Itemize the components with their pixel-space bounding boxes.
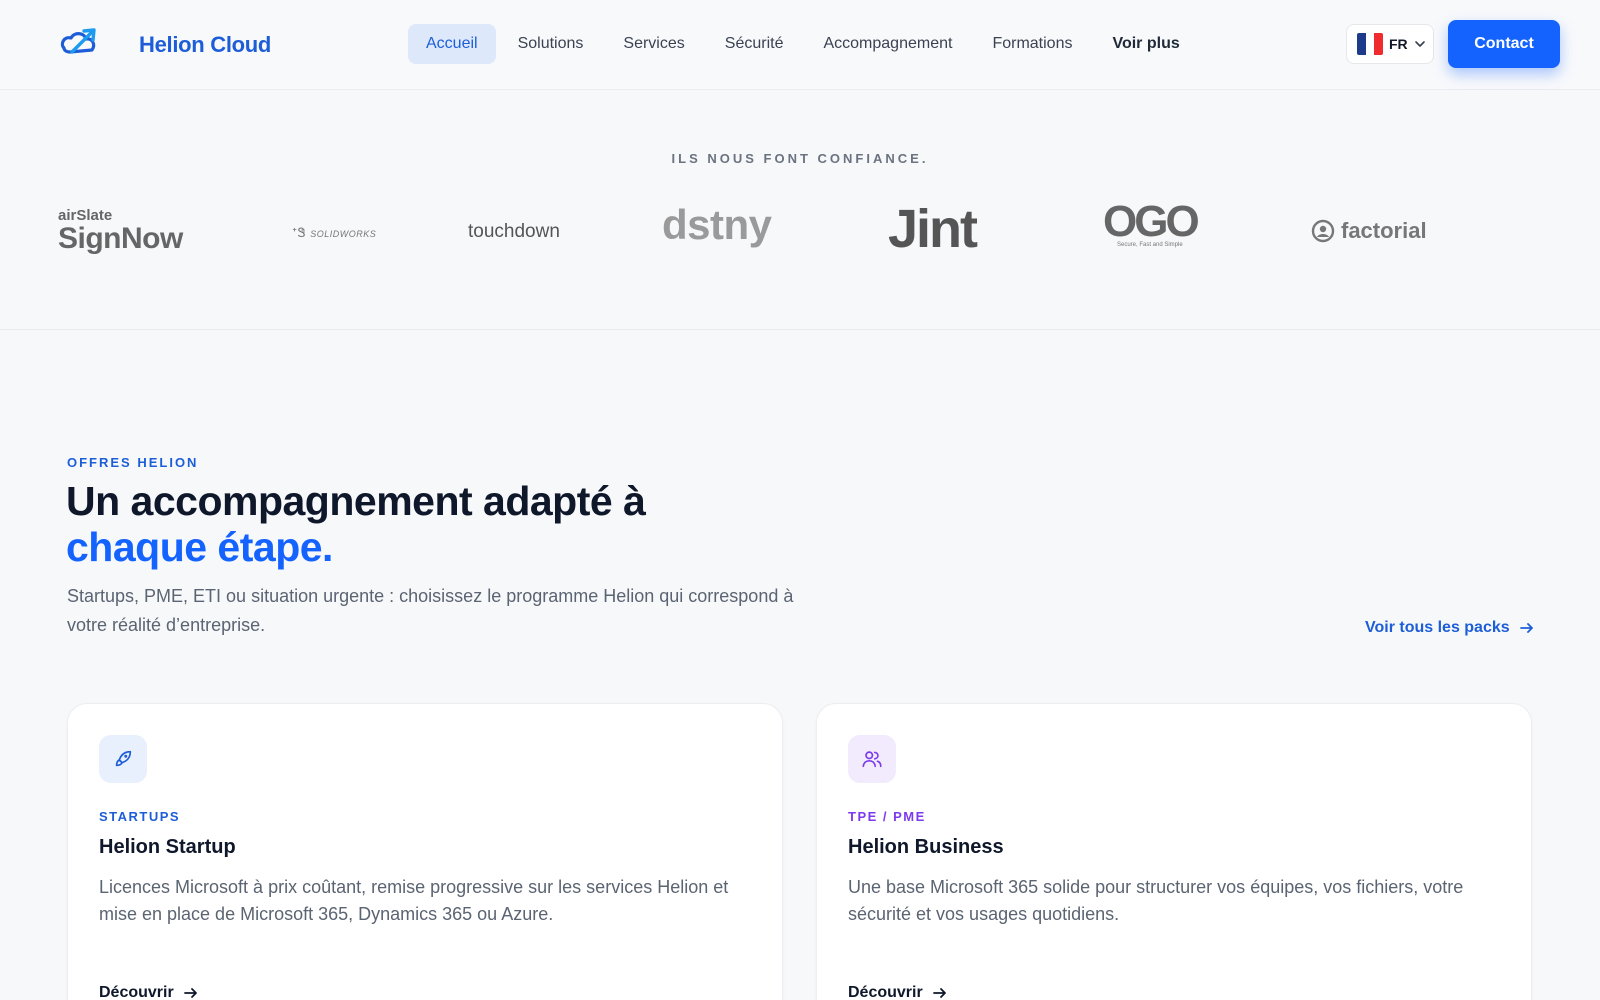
rocket-icon [115, 750, 132, 767]
arrow-right-icon [1519, 623, 1533, 633]
signnow-label: SignNow [58, 222, 183, 255]
france-flag-icon [1357, 33, 1383, 55]
nav-item-formations[interactable]: Formations [974, 24, 1090, 64]
card-icon-tile [848, 735, 896, 783]
card-icon-tile [99, 735, 147, 783]
factorial-logo: factorial [1311, 218, 1427, 244]
brand-logo[interactable]: Helion Cloud [58, 26, 271, 62]
see-all-packs-link[interactable]: Voir tous les packs [1365, 619, 1534, 637]
helion-logo-icon [60, 28, 96, 54]
offer-card-startup[interactable]: STARTUPS Helion Startup Licences Microso… [67, 703, 783, 1000]
ogo-tagline: Secure, Fast and Simple [1116, 242, 1183, 248]
nav-item-securite[interactable]: Sécurité [707, 24, 802, 64]
solidworks-label: SOLIDWORKS [310, 229, 377, 239]
jint-logo: Jint [888, 199, 978, 259]
trusted-by-section: ILS NOUS FONT CONFIANCE. airSlate SignNo… [0, 90, 1600, 330]
card-description: Une base Microsoft 365 solide pour struc… [848, 877, 1464, 924]
factorial-label: factorial [1341, 218, 1427, 243]
brand-name: Helion Cloud [139, 32, 272, 57]
offers-eyebrow: OFFRES HELION [67, 455, 199, 470]
discover-label: Découvrir [99, 984, 174, 1000]
nav-item-accueil[interactable]: Accueil [408, 24, 496, 64]
nav-item-accompagnement[interactable]: Accompagnement [805, 24, 970, 64]
ogo-logo: OGO Secure, Fast and Simple [1103, 197, 1200, 249]
solidworks-mark-icon: ᐩᏕ [292, 225, 311, 240]
language-code: FR [1389, 36, 1408, 52]
arrow-right-icon [183, 988, 197, 998]
site-header: Helion Cloud Accueil Solutions Services … [0, 0, 1600, 90]
card-description: Licences Microsoft à prix coûtant, remis… [99, 877, 729, 924]
users-icon [862, 751, 882, 768]
touchdown-logo: touchdown [468, 221, 560, 242]
arrow-right-icon [932, 988, 946, 998]
ogo-label: OGO [1103, 197, 1200, 246]
card-title: Helion Startup [99, 836, 236, 858]
headline-line-2: chaque étape. [66, 524, 333, 570]
discover-link[interactable]: Découvrir [848, 984, 947, 1000]
see-all-label: Voir tous les packs [1365, 619, 1510, 636]
nav-item-voir-plus[interactable]: Voir plus [1094, 24, 1197, 64]
chevron-down-icon [1414, 41, 1425, 47]
factorial-mark-icon [1311, 219, 1335, 243]
card-tag: STARTUPS [99, 809, 181, 824]
offers-intro: Startups, PME, ETI ou situation urgente … [67, 586, 794, 635]
card-tag: TPE / PME [848, 809, 926, 824]
offers-headline: Un accompagnement adapté à chaque étape. [66, 478, 646, 570]
dstny-logo: dstny [662, 201, 772, 248]
card-title: Helion Business [848, 836, 1004, 858]
discover-link[interactable]: Découvrir [99, 984, 198, 1000]
main-nav: Accueil Solutions Services Sécurité Acco… [408, 24, 1202, 64]
headline-line-1: Un accompagnement adapté à [66, 478, 646, 524]
discover-label: Découvrir [848, 984, 923, 1000]
trusted-by-title: ILS NOUS FONT CONFIANCE. [671, 151, 929, 166]
nav-item-services[interactable]: Services [605, 24, 702, 64]
signnow-logo: airSlate SignNow [58, 208, 183, 254]
offer-card-business[interactable]: TPE / PME Helion Business Une base Micro… [816, 703, 1532, 1000]
carousel-fade [1450, 210, 1550, 270]
nav-item-solutions[interactable]: Solutions [500, 24, 602, 64]
contact-button[interactable]: Contact [1448, 20, 1560, 68]
solidworks-logo: ᐩᏕ SOLIDWORKS [292, 225, 376, 241]
language-selector[interactable]: FR [1346, 24, 1434, 64]
